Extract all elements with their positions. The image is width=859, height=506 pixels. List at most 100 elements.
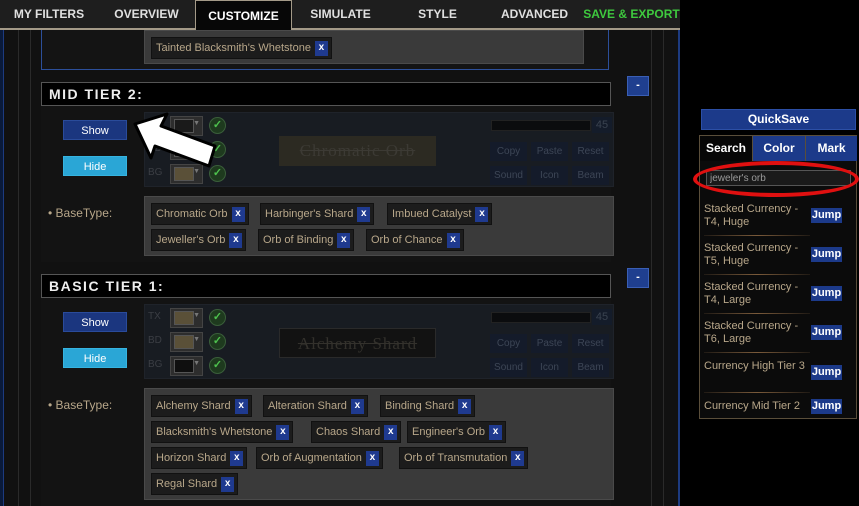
basetype-tag: Chaos Shard x bbox=[311, 421, 402, 443]
jump-button[interactable]: Jump bbox=[811, 208, 842, 223]
copy-button[interactable]: Copy bbox=[490, 142, 527, 161]
basetype-tag-label: Imbued Catalyst bbox=[392, 208, 472, 220]
remove-tag-button[interactable]: x bbox=[384, 424, 398, 440]
search-result-label: Stacked Currency - T6, Large bbox=[704, 320, 799, 345]
tab-style[interactable]: STYLE bbox=[389, 0, 486, 28]
text-color-picker[interactable]: ▼ bbox=[170, 308, 203, 328]
basetype-tag-label: Orb of Binding bbox=[263, 234, 334, 246]
section-title: BASIC TIER 1: bbox=[41, 274, 611, 298]
border-color-picker[interactable]: ▼ bbox=[170, 332, 203, 352]
remove-tag-button[interactable]: x bbox=[231, 206, 245, 222]
beam-button[interactable]: Beam bbox=[572, 166, 609, 185]
show-button[interactable]: Show bbox=[63, 120, 127, 140]
remove-tag-button[interactable]: x bbox=[337, 232, 351, 248]
tab-customize[interactable]: CUSTOMIZE bbox=[195, 0, 292, 30]
paste-button[interactable]: Paste bbox=[531, 334, 568, 353]
basetype-tag: Engineer's Orb x bbox=[407, 421, 507, 443]
divider bbox=[18, 0, 19, 506]
basetype-tag-label: Alteration Shard bbox=[268, 400, 347, 412]
sound-button[interactable]: Sound bbox=[490, 358, 527, 377]
basetype-label: • BaseType: bbox=[48, 398, 113, 412]
color-swatch bbox=[174, 311, 194, 325]
basetype-tag: Tainted Blacksmith's Whetstone x bbox=[151, 37, 332, 59]
remove-tag-button[interactable]: x bbox=[365, 450, 379, 466]
tab-mark[interactable]: Mark bbox=[805, 136, 857, 161]
section-basic-tier-1: BASIC TIER 1: Show Hide TX BD BG ▼ ▼ ▼ ✓… bbox=[41, 274, 614, 506]
remove-tag-button[interactable]: x bbox=[234, 398, 248, 414]
beam-button[interactable]: Beam bbox=[572, 358, 609, 377]
search-panel: Search Color Mark Stacked Currency - T4,… bbox=[699, 135, 857, 419]
show-button[interactable]: Show bbox=[63, 312, 127, 332]
checkmark-icon[interactable]: ✓ bbox=[209, 309, 226, 326]
tab-search[interactable]: Search bbox=[700, 136, 752, 161]
scrollbar[interactable] bbox=[678, 0, 680, 506]
checkmark-icon[interactable]: ✓ bbox=[209, 333, 226, 350]
bg-color-picker[interactable]: ▼ bbox=[170, 356, 203, 376]
basetype-tag: Orb of Transmutation x bbox=[399, 447, 529, 469]
tab-color[interactable]: Color bbox=[752, 136, 805, 161]
remove-tag-button[interactable]: x bbox=[458, 398, 472, 414]
basetype-tag-label: Orb of Chance bbox=[371, 234, 443, 246]
basetype-tag: Imbued Catalyst x bbox=[387, 203, 493, 225]
remove-tag-button[interactable]: x bbox=[221, 476, 235, 492]
sound-button[interactable]: Sound bbox=[490, 166, 527, 185]
remove-tag-button[interactable]: x bbox=[446, 232, 460, 248]
font-size-slider[interactable] bbox=[491, 120, 591, 131]
basetype-values: Alchemy Shard x Alteration Shard x Binding… bbox=[144, 388, 614, 500]
icon-button[interactable]: Icon bbox=[531, 358, 568, 377]
collapse-section-button[interactable]: - bbox=[627, 76, 649, 96]
basetype-tag-label: Orb of Augmentation bbox=[261, 452, 362, 464]
hide-button[interactable]: Hide bbox=[63, 348, 127, 368]
remove-tag-button[interactable]: x bbox=[276, 424, 290, 440]
paste-button[interactable]: Paste bbox=[531, 142, 568, 161]
chevron-down-icon: ▼ bbox=[193, 360, 200, 367]
icon-button[interactable]: Icon bbox=[531, 166, 568, 185]
remove-tag-button[interactable]: x bbox=[489, 424, 503, 440]
tab-simulate[interactable]: SIMULATE bbox=[292, 0, 389, 28]
color-swatch bbox=[174, 335, 194, 349]
font-size-value: 45 bbox=[592, 309, 612, 325]
remove-tag-button[interactable]: x bbox=[475, 206, 489, 222]
basetype-tag: Blacksmith's Whetstone x bbox=[151, 421, 294, 443]
search-input[interactable] bbox=[706, 170, 851, 186]
tab-overview[interactable]: OVERVIEW bbox=[98, 0, 195, 28]
basetype-tag: Binding Shard x bbox=[380, 395, 476, 417]
checkmark-icon[interactable]: ✓ bbox=[209, 357, 226, 374]
basetype-tag: Orb of Chance x bbox=[366, 229, 464, 251]
basetype-tag: Harbinger's Shard x bbox=[260, 203, 375, 225]
tab-save-export[interactable]: SAVE & EXPORT bbox=[583, 0, 680, 28]
section-title: MID TIER 2: bbox=[41, 82, 611, 106]
basetype-label: • BaseType: bbox=[48, 206, 113, 220]
reset-button[interactable]: Reset bbox=[572, 142, 609, 161]
remove-tag-button[interactable]: x bbox=[314, 40, 328, 56]
hide-button[interactable]: Hide bbox=[63, 156, 127, 176]
quicksave-button[interactable]: QuickSave bbox=[701, 109, 856, 130]
font-size-slider[interactable] bbox=[491, 312, 591, 323]
tab-advanced[interactable]: ADVANCED bbox=[486, 0, 583, 28]
basetype-tag-label: Alchemy Shard bbox=[156, 400, 231, 412]
collapse-section-button[interactable]: - bbox=[627, 268, 649, 288]
jump-button[interactable]: Jump bbox=[811, 247, 842, 262]
jump-button[interactable]: Jump bbox=[811, 286, 842, 301]
search-result-label: Stacked Currency - T4, Large bbox=[704, 281, 799, 306]
basetype-tag: Orb of Binding x bbox=[258, 229, 355, 251]
item-preview: Chromatic Orb bbox=[279, 136, 436, 166]
jump-button[interactable]: Jump bbox=[811, 325, 842, 340]
jump-button[interactable]: Jump bbox=[811, 399, 842, 414]
jump-button[interactable]: Jump bbox=[811, 365, 842, 380]
basetype-tag-label: Horizon Shard bbox=[156, 452, 227, 464]
remove-tag-button[interactable]: x bbox=[357, 206, 371, 222]
basetype-tag-label: Chaos Shard bbox=[316, 426, 381, 438]
reset-button[interactable]: Reset bbox=[572, 334, 609, 353]
search-result-label: Stacked Currency - T5, Huge bbox=[704, 242, 799, 267]
main-editor: Tainted Blacksmith's Whetstone x MY FILT… bbox=[0, 0, 680, 506]
tab-my-filters[interactable]: MY FILTERS bbox=[0, 0, 98, 28]
remove-tag-button[interactable]: x bbox=[230, 450, 244, 466]
copy-button[interactable]: Copy bbox=[490, 334, 527, 353]
divider bbox=[704, 313, 810, 314]
remove-tag-button[interactable]: x bbox=[350, 398, 364, 414]
remove-tag-button[interactable]: x bbox=[229, 232, 243, 248]
style-panel: TX BD BG ▼ ▼ ▼ ✓ ✓ ✓ Alchemy Shard 45 Co… bbox=[144, 304, 614, 379]
basetype-tag-label: Orb of Transmutation bbox=[404, 452, 508, 464]
remove-tag-button[interactable]: x bbox=[511, 450, 525, 466]
